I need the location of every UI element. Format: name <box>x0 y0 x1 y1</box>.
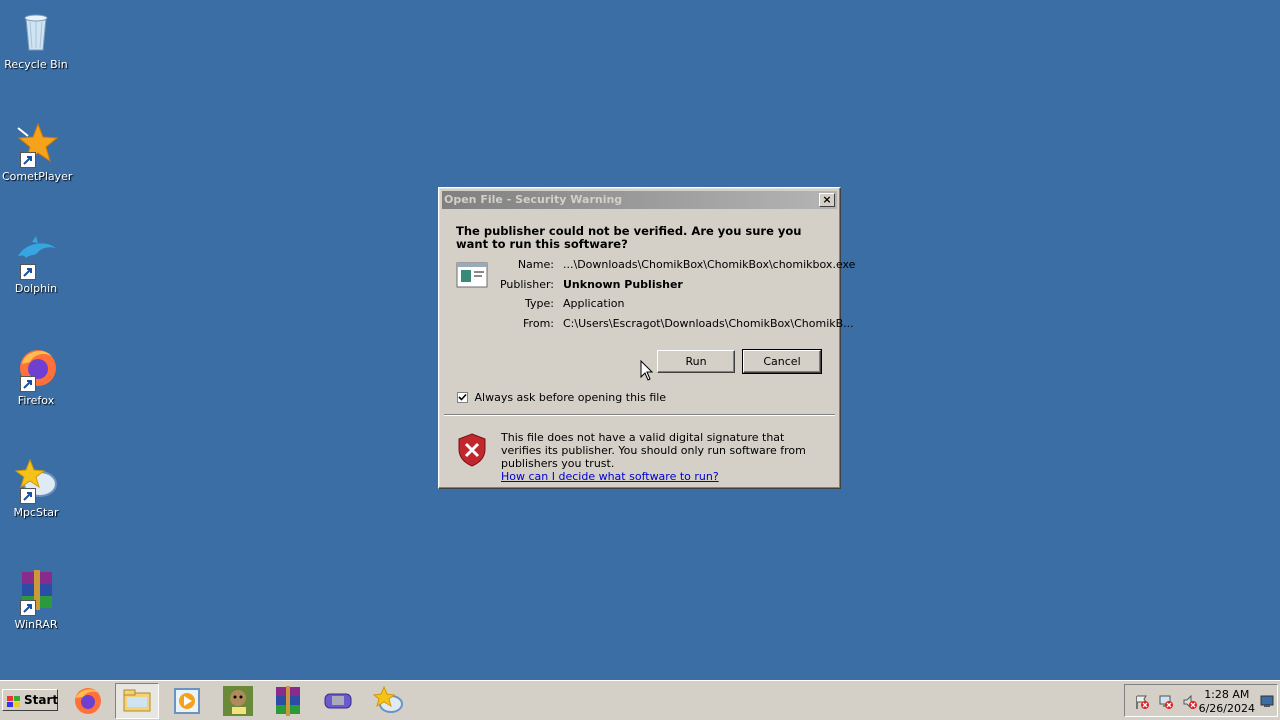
shortcut-arrow-icon <box>20 488 36 504</box>
start-button[interactable]: Start <box>2 689 58 711</box>
name-value: ...\Downloads\ChomikBox\ChomikBox\chomik… <box>563 258 856 271</box>
always-ask-row[interactable]: Always ask before opening this file <box>457 390 666 404</box>
dolphin-icon <box>12 232 60 280</box>
shortcut-arrow-icon <box>20 152 36 168</box>
action-center-flag-icon[interactable] <box>1134 694 1150 710</box>
cancel-button[interactable]: Cancel <box>742 349 822 374</box>
desktop-icon-label: Recycle Bin <box>4 58 68 71</box>
mouse-pointer-icon <box>640 359 654 382</box>
desktop-icon-label: MpcStar <box>13 506 59 519</box>
taskbar-chomikbox-icon[interactable] <box>222 685 254 717</box>
security-warning-dialog: Open File - Security Warning × The publi… <box>438 187 856 489</box>
desktop-icon-label: Dolphin <box>14 282 58 295</box>
start-label: Start <box>24 693 59 707</box>
shortcut-arrow-icon <box>20 264 36 280</box>
taskbar-media-player-icon[interactable] <box>172 685 204 717</box>
help-link[interactable]: How can I decide what software to run? <box>501 470 719 483</box>
dialog-title: Open File - Security Warning <box>444 193 623 206</box>
taskbar-explorer-icon[interactable] <box>115 683 159 719</box>
warning-text: This file does not have a valid digital … <box>501 431 806 470</box>
always-ask-checkbox[interactable] <box>457 391 468 403</box>
taskbar-firefox-icon[interactable] <box>72 685 104 717</box>
shortcut-arrow-icon <box>20 376 36 392</box>
show-desktop-icon[interactable] <box>1260 694 1274 708</box>
desktop-icon-label: Firefox <box>17 394 55 407</box>
always-ask-label: Always ask before opening this file <box>474 390 667 404</box>
taskbar-winrar-icon[interactable] <box>272 685 304 717</box>
dialog-heading: The publisher could not be verified. Are… <box>456 224 802 251</box>
mpcstar-icon <box>12 456 60 504</box>
from-key: From: <box>523 316 554 330</box>
firefox-icon <box>12 344 60 392</box>
network-disconnected-icon[interactable] <box>1158 694 1174 710</box>
type-value: Application <box>563 297 625 310</box>
run-button[interactable]: Run <box>657 350 735 373</box>
desktop-icon-label: WinRAR <box>14 618 58 631</box>
desktop-icon-recycle-bin[interactable]: Recycle Bin <box>2 8 70 71</box>
system-tray: 1:28 AM 6/26/2024 <box>1124 684 1278 717</box>
clock-date: 6/26/2024 <box>1198 702 1255 715</box>
name-key: Name: <box>517 258 554 271</box>
taskbar-gameboy-emulator-icon[interactable] <box>322 685 354 717</box>
type-row: Type: Application <box>489 297 829 317</box>
publisher-row: Publisher: Unknown Publisher <box>489 278 829 298</box>
volume-muted-icon[interactable] <box>1182 694 1198 710</box>
type-key: Type: <box>525 297 554 310</box>
windows-logo-icon <box>7 694 21 707</box>
close-icon: × <box>822 193 832 206</box>
desktop-icon-dolphin[interactable]: Dolphin <box>2 232 70 295</box>
file-properties: Name: ...\Downloads\ChomikBox\ChomikBox\… <box>489 258 856 337</box>
from-row: From: C:\Users\Escragot\Downloads\Chomik… <box>489 317 854 337</box>
star-icon <box>12 120 60 168</box>
desktop-icon-winrar[interactable]: WinRAR <box>2 568 70 631</box>
shield-warning-icon <box>457 433 487 467</box>
from-value: C:\Users\Escragot\Downloads\ChomikBox\Ch… <box>563 316 854 330</box>
desktop-icon-label: CometPlayer <box>2 170 73 183</box>
clock-time: 1:28 AM <box>1204 688 1250 701</box>
checkmark-icon <box>458 393 467 401</box>
shortcut-arrow-icon <box>20 600 36 616</box>
recycle-bin-icon <box>12 8 60 56</box>
warning-message: This file does not have a valid digital … <box>501 431 826 483</box>
publisher-key: Publisher: <box>499 277 554 291</box>
taskbar-mpcstar-icon[interactable] <box>372 685 404 717</box>
desktop-icon-cometplayer[interactable]: CometPlayer <box>2 120 73 183</box>
publisher-value: Unknown Publisher <box>563 277 683 291</box>
close-button[interactable]: × <box>819 193 835 207</box>
taskbar-clock[interactable]: 1:28 AM 6/26/2024 <box>1199 688 1255 716</box>
winrar-icon <box>12 568 60 616</box>
desktop-icon-firefox[interactable]: Firefox <box>2 344 70 407</box>
name-row: Name: ...\Downloads\ChomikBox\ChomikBox\… <box>489 258 856 278</box>
separator <box>444 414 835 416</box>
desktop-icon-mpcstar[interactable]: MpcStar <box>2 456 70 519</box>
taskbar: Start 1:28 AM 6/26/2024 <box>0 680 1280 720</box>
dialog-titlebar[interactable]: Open File - Security Warning × <box>442 191 837 209</box>
